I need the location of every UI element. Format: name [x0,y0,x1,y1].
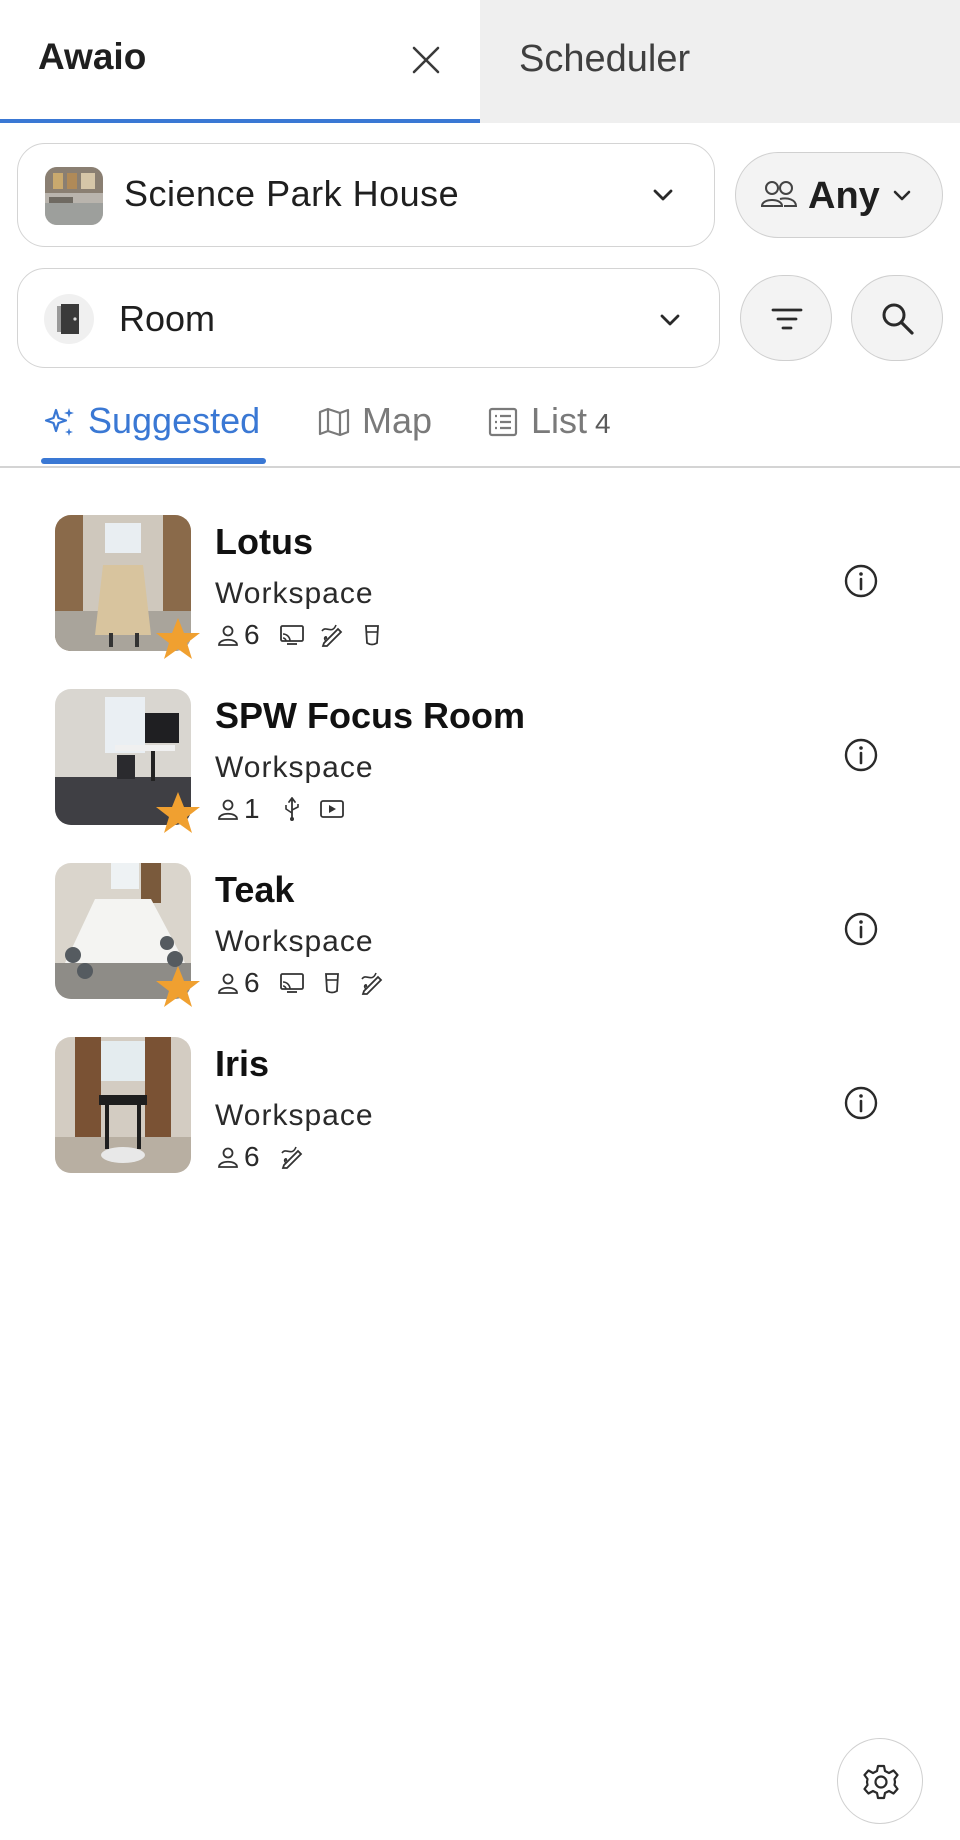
room-type: Workspace [215,925,374,958]
info-icon[interactable] [843,563,879,599]
room-capacity: 1 [244,793,260,824]
map-icon [318,407,350,437]
room-type: Workspace [215,1099,374,1132]
info-icon[interactable] [843,737,879,773]
room-photo [55,1037,191,1173]
tab-list-label: List [531,400,588,441]
tab-list[interactable]: List 4 [485,396,611,466]
room-name: Teak [215,869,295,910]
list-count-badge: 4 [595,408,611,439]
room-name: Lotus [215,521,313,562]
cast-icon [279,625,304,645]
room-features: 6 [216,967,398,999]
chevron-down-icon [653,189,673,201]
room-list-item[interactable]: Iris Workspace 6 [0,1037,960,1211]
people-icon [760,181,798,207]
tab-scheduler-label: Scheduler [519,38,691,80]
tab-map[interactable]: Map [316,396,432,466]
tab-map-label: Map [362,400,433,441]
sparkle-icon [44,408,74,436]
filter-button[interactable] [740,275,832,361]
room-name: Iris [215,1043,270,1084]
gear-icon [863,1764,899,1800]
close-icon[interactable] [408,42,444,78]
suggested-tab-indicator [41,458,266,464]
building-photo [45,167,103,225]
room-name: SPW Focus Room [215,695,526,736]
whiteboard-icon [360,972,382,995]
room-list-item[interactable]: Lotus Workspace 6 [0,515,960,689]
room-features: 6 [216,619,398,651]
chevron-down-icon [660,314,680,326]
search-icon [882,303,914,335]
filter-icon [771,308,803,330]
coffee-icon [324,973,339,994]
room-capacity: 6 [244,619,260,650]
space-type-select[interactable]: Room [17,268,720,368]
space-type-value: Room [119,298,216,339]
view-tabs: Suggested Map List 4 [0,396,960,468]
cast-icon [279,973,304,993]
person-icon [218,799,238,820]
person-icon [218,1147,238,1168]
tab-suggested[interactable]: Suggested [41,396,266,466]
tab-bar: Awaio Scheduler [0,0,960,123]
chevron-down-icon [893,190,911,201]
person-icon [218,625,238,646]
video-icon [319,800,344,818]
favorite-star-icon [156,618,200,659]
room-list-item[interactable]: Teak Workspace 6 [0,863,960,1037]
info-icon[interactable] [843,1085,879,1121]
coffee-icon [364,625,379,646]
list-icon [488,407,518,437]
room-features: 1 [216,793,358,825]
info-icon[interactable] [843,911,879,947]
room-type: Workspace [215,751,374,784]
active-tab-indicator [0,119,480,123]
favorite-star-icon [156,792,200,833]
capacity-value: Any [808,175,880,217]
whiteboard-icon [280,1146,302,1169]
capacity-select[interactable]: Any [735,152,943,238]
tab-awaio[interactable]: Awaio [0,0,480,123]
tab-suggested-label: Suggested [88,400,261,441]
room-capacity: 6 [244,1141,260,1172]
room-features: 6 [216,1141,318,1173]
whiteboard-icon [320,624,342,647]
room-list-item[interactable]: SPW Focus Room Workspace 1 [0,689,960,863]
usb-icon [284,797,299,821]
building-select-value: Science Park House [124,173,460,214]
settings-button[interactable] [837,1738,923,1824]
person-icon [218,973,238,994]
door-icon [44,294,94,344]
building-select[interactable]: Science Park House [17,143,715,247]
tab-scheduler[interactable]: Scheduler [480,0,960,123]
search-button[interactable] [851,275,943,361]
tab-awaio-label: Awaio [38,36,147,77]
favorite-star-icon [156,966,200,1007]
room-type: Workspace [215,577,374,610]
room-capacity: 6 [244,967,260,998]
